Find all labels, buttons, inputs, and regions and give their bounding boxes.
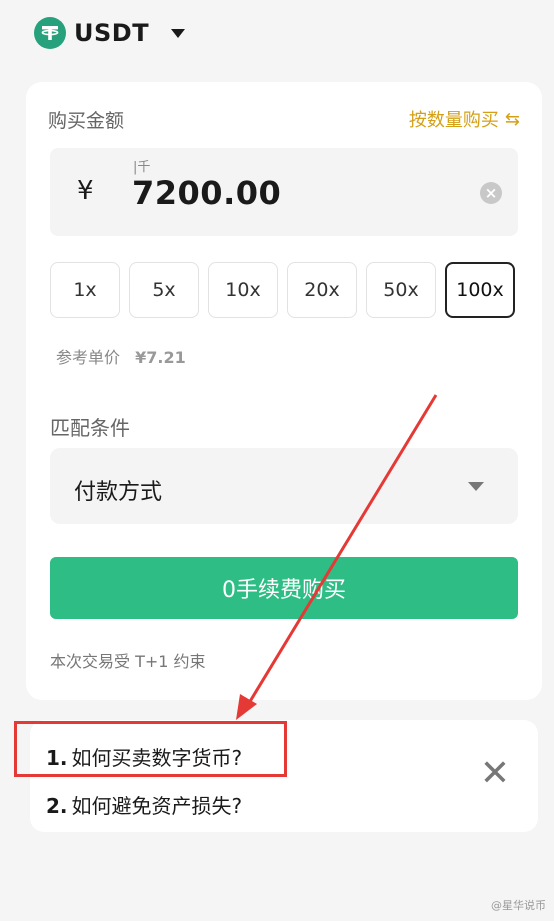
match-conditions-label: 匹配条件 xyxy=(50,416,130,440)
multiplier-1x[interactable]: 1x xyxy=(50,262,120,318)
reference-price: 参考单价 ¥7.21 xyxy=(56,344,186,368)
ref-price-value: ¥7.21 xyxy=(135,348,186,367)
multiplier-20x[interactable]: 20x xyxy=(287,262,357,318)
annotation-highlight-box xyxy=(14,721,287,777)
amount-value: 7200.00 xyxy=(132,174,282,212)
amount-label: 购买金额 xyxy=(48,110,125,132)
tether-logo-icon xyxy=(34,17,66,49)
clear-circle-icon[interactable]: × xyxy=(480,182,502,204)
amount-input[interactable]: |千 ¥ 7200.00 × xyxy=(50,148,518,236)
faq-number: 2. xyxy=(46,794,68,818)
multiplier-group: 1x 5x 10x 20x 50x 100x xyxy=(50,262,515,318)
payment-method-select[interactable]: 付款方式 xyxy=(50,448,518,524)
coin-name: USDT xyxy=(74,19,150,47)
multiplier-100x[interactable]: 100x xyxy=(445,262,515,318)
constraint-note: 本次交易受 T+1 约束 xyxy=(50,652,206,671)
unit-hint: |千 xyxy=(133,160,151,175)
buy-by-quantity-link[interactable]: 按数量购买 ⇆ xyxy=(409,106,520,132)
coin-selector[interactable]: USDT xyxy=(34,14,186,52)
faq-item[interactable]: 2. 如何避免资产损失? xyxy=(46,790,242,819)
multiplier-5x[interactable]: 5x xyxy=(129,262,199,318)
faq-text: 如何避免资产损失? xyxy=(71,794,243,818)
caret-down-icon xyxy=(468,482,484,491)
close-icon[interactable]: ✕ xyxy=(480,756,510,792)
caret-down-icon[interactable] xyxy=(171,28,186,38)
multiplier-10x[interactable]: 10x xyxy=(208,262,278,318)
buy-card: 购买金额 按数量购买 ⇆ |千 ¥ 7200.00 × 1x 5x 10x 20… xyxy=(26,82,542,700)
buy-button[interactable]: 0手续费购买 xyxy=(50,557,518,619)
switch-mode-label: 按数量购买 xyxy=(408,110,499,131)
currency-symbol: ¥ xyxy=(77,176,94,206)
watermark: @星华说币 xyxy=(491,899,546,912)
payment-method-placeholder: 付款方式 xyxy=(74,480,163,505)
swap-arrows-icon: ⇆ xyxy=(504,108,520,130)
multiplier-50x[interactable]: 50x xyxy=(366,262,436,318)
ref-price-label: 参考单价 xyxy=(56,348,121,367)
